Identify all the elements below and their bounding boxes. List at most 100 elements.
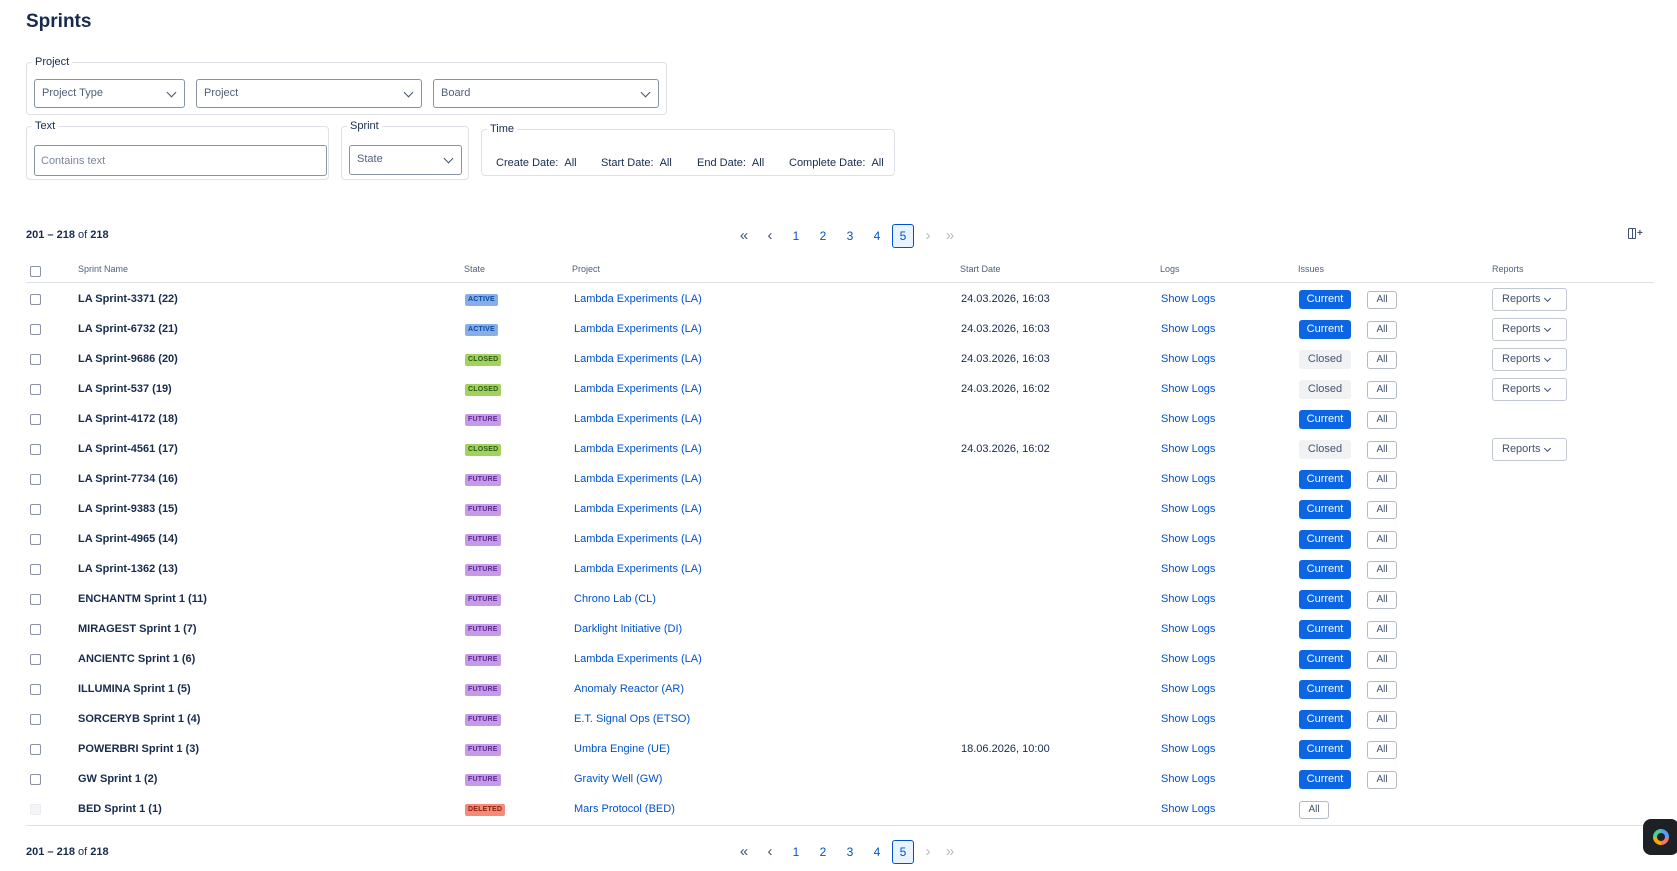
all-issues-button[interactable]: All <box>1299 801 1329 819</box>
all-issues-button[interactable]: All <box>1367 321 1397 339</box>
row-checkbox[interactable] <box>30 294 41 305</box>
project-link[interactable]: Mars Protocol (BED) <box>574 794 675 824</box>
show-logs-link[interactable]: Show Logs <box>1161 794 1215 824</box>
show-logs-link[interactable]: Show Logs <box>1161 734 1215 764</box>
closed-issues-button[interactable]: Closed <box>1299 440 1351 459</box>
project-link[interactable]: Lambda Experiments (LA) <box>574 644 702 674</box>
reports-dropdown[interactable]: Reports <box>1492 318 1567 341</box>
current-issues-button[interactable]: Current <box>1299 470 1351 489</box>
double-chevron-left-icon[interactable]: « <box>733 224 755 248</box>
row-checkbox[interactable] <box>30 774 41 785</box>
row-checkbox[interactable] <box>30 504 41 515</box>
all-issues-button[interactable]: All <box>1367 681 1397 699</box>
current-issues-button[interactable]: Current <box>1299 290 1351 309</box>
column-header-issues[interactable]: Issues <box>1298 264 1324 274</box>
show-logs-link[interactable]: Show Logs <box>1161 524 1215 554</box>
start-date-filter[interactable]: Start Date: All <box>601 157 672 169</box>
page-link-4[interactable]: 4 <box>866 224 888 248</box>
project-link[interactable]: Lambda Experiments (LA) <box>574 554 702 584</box>
project-link[interactable]: Anomaly Reactor (AR) <box>574 674 684 704</box>
project-link[interactable]: Lambda Experiments (LA) <box>574 374 702 404</box>
show-logs-link[interactable]: Show Logs <box>1161 494 1215 524</box>
column-header-project[interactable]: Project <box>572 264 600 274</box>
create-date-filter[interactable]: Create Date: All <box>496 157 577 169</box>
row-checkbox[interactable] <box>30 654 41 665</box>
column-header-start-date[interactable]: Start Date <box>960 264 1001 274</box>
column-header-reports[interactable]: Reports <box>1492 264 1524 274</box>
row-checkbox[interactable] <box>30 534 41 545</box>
chevron-left-icon[interactable]: ‹ <box>759 224 781 248</box>
show-logs-link[interactable]: Show Logs <box>1161 554 1215 584</box>
project-link[interactable]: Umbra Engine (UE) <box>574 734 670 764</box>
project-link[interactable]: Lambda Experiments (LA) <box>574 494 702 524</box>
row-checkbox[interactable] <box>30 564 41 575</box>
closed-issues-button[interactable]: Closed <box>1299 380 1351 399</box>
current-issues-button[interactable]: Current <box>1299 620 1351 639</box>
project-type-select[interactable]: Project Type <box>34 79 185 108</box>
current-issues-button[interactable]: Current <box>1299 500 1351 519</box>
all-issues-button[interactable]: All <box>1367 771 1397 789</box>
column-header-logs[interactable]: Logs <box>1160 264 1180 274</box>
end-date-filter[interactable]: End Date: All <box>697 157 764 169</box>
column-header-state[interactable]: State <box>464 264 485 274</box>
all-issues-button[interactable]: All <box>1367 741 1397 759</box>
all-issues-button[interactable]: All <box>1367 561 1397 579</box>
reports-dropdown[interactable]: Reports <box>1492 438 1567 461</box>
page-link-3[interactable]: 3 <box>839 840 861 864</box>
rovo-assistant-icon[interactable] <box>1643 819 1677 855</box>
project-link[interactable]: Lambda Experiments (LA) <box>574 284 702 314</box>
row-checkbox[interactable] <box>30 714 41 725</box>
state-select[interactable]: State <box>349 145 462 175</box>
project-link[interactable]: Darklight Initiative (DI) <box>574 614 682 644</box>
all-issues-button[interactable]: All <box>1367 531 1397 549</box>
all-issues-button[interactable]: All <box>1367 441 1397 459</box>
show-logs-link[interactable]: Show Logs <box>1161 464 1215 494</box>
page-link-2[interactable]: 2 <box>812 224 834 248</box>
project-link[interactable]: Lambda Experiments (LA) <box>574 314 702 344</box>
page-link-4[interactable]: 4 <box>866 840 888 864</box>
chevron-right-icon[interactable]: › <box>917 840 939 864</box>
text-search-input[interactable] <box>34 145 327 176</box>
all-issues-button[interactable]: All <box>1367 351 1397 369</box>
row-checkbox[interactable] <box>30 624 41 635</box>
chevron-right-icon[interactable]: › <box>917 224 939 248</box>
page-link-3[interactable]: 3 <box>839 224 861 248</box>
all-issues-button[interactable]: All <box>1367 501 1397 519</box>
current-issues-button[interactable]: Current <box>1299 680 1351 699</box>
row-checkbox[interactable] <box>30 324 41 335</box>
project-link[interactable]: E.T. Signal Ops (ETSO) <box>574 704 690 734</box>
all-issues-button[interactable]: All <box>1367 591 1397 609</box>
page-link-5[interactable]: 5 <box>892 224 914 248</box>
page-link-2[interactable]: 2 <box>812 840 834 864</box>
current-issues-button[interactable]: Current <box>1299 590 1351 609</box>
select-all-checkbox[interactable] <box>30 266 41 277</box>
current-issues-button[interactable]: Current <box>1299 530 1351 549</box>
show-logs-link[interactable]: Show Logs <box>1161 344 1215 374</box>
all-issues-button[interactable]: All <box>1367 291 1397 309</box>
project-link[interactable]: Chrono Lab (CL) <box>574 584 656 614</box>
current-issues-button[interactable]: Current <box>1299 740 1351 759</box>
current-issues-button[interactable]: Current <box>1299 320 1351 339</box>
closed-issues-button[interactable]: Closed <box>1299 350 1351 369</box>
board-select[interactable]: Board <box>433 79 659 108</box>
reports-dropdown[interactable]: Reports <box>1492 288 1567 311</box>
row-checkbox[interactable] <box>30 684 41 695</box>
project-link[interactable]: Lambda Experiments (LA) <box>574 524 702 554</box>
page-link-5[interactable]: 5 <box>892 840 914 864</box>
current-issues-button[interactable]: Current <box>1299 560 1351 579</box>
show-logs-link[interactable]: Show Logs <box>1161 374 1215 404</box>
current-issues-button[interactable]: Current <box>1299 410 1351 429</box>
current-issues-button[interactable]: Current <box>1299 710 1351 729</box>
all-issues-button[interactable]: All <box>1367 411 1397 429</box>
double-chevron-right-icon[interactable]: » <box>939 224 961 248</box>
row-checkbox[interactable] <box>30 384 41 395</box>
project-link[interactable]: Lambda Experiments (LA) <box>574 404 702 434</box>
page-link-1[interactable]: 1 <box>785 224 807 248</box>
row-checkbox[interactable] <box>30 744 41 755</box>
current-issues-button[interactable]: Current <box>1299 770 1351 789</box>
project-link[interactable]: Lambda Experiments (LA) <box>574 344 702 374</box>
show-logs-link[interactable]: Show Logs <box>1161 284 1215 314</box>
show-logs-link[interactable]: Show Logs <box>1161 314 1215 344</box>
row-checkbox[interactable] <box>30 444 41 455</box>
reports-dropdown[interactable]: Reports <box>1492 378 1567 401</box>
